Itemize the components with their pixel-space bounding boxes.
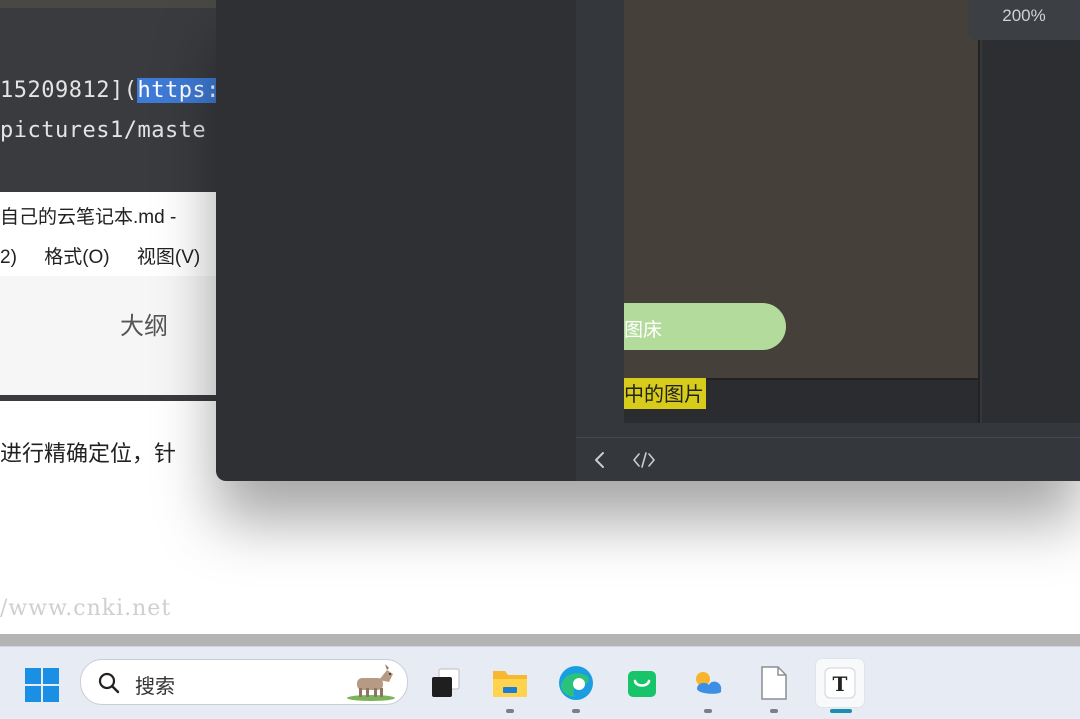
task-view-icon [432,668,460,697]
active-indicator [830,709,852,713]
back-button[interactable] [582,438,618,481]
weather-app-icon [696,672,722,694]
embedded-menu-item: 视图(V) [136,247,201,268]
running-indicator [704,709,712,713]
embedded-menu-item: 格式(O) [44,247,110,268]
file-explorer-icon [493,671,527,697]
window-bottom-edge [0,634,1080,646]
running-indicator [506,709,514,713]
markdown-editor[interactable]: 15209812](https: pictures1/maste 自己的云笔记本… [0,8,216,401]
preview-toolbar [576,437,1080,481]
donkey-icon [347,664,395,701]
shopping-bag-icon [628,671,656,697]
edge-button[interactable] [552,659,600,713]
selected-text: https: [137,78,216,103]
green-tag-label: 图床 [624,320,663,341]
zoom-level: 200% [1002,6,1046,25]
zoom-indicator[interactable]: 200% [968,0,1080,40]
embedded-screenshot: 自己的云笔记本.md - 2) 格式(O) 视图(V) 大纲 [0,192,216,395]
preview-frame: 图床 中的图片 [624,0,980,423]
embedded-window-title: 自己的云笔记本.md - [0,207,177,228]
code-icon [633,452,655,468]
svg-text:T: T [833,672,848,696]
start-button[interactable] [24,667,60,703]
code-line-2[interactable]: pictures1/maste [0,118,206,143]
task-view-button[interactable] [420,659,468,707]
notepad-icon [761,666,787,700]
running-indicator [770,709,778,713]
watermark-text: /www.cnki.net [0,596,172,621]
highlighted-text: 中的图片 [624,378,706,409]
taskbar: 搜索 T [0,646,1080,719]
edge-icon [559,666,593,700]
preview-panel: 图床 中的图片 200% [576,0,1080,481]
typora-icon: T [824,667,856,699]
source-code-button[interactable] [626,438,662,481]
search-placeholder: 搜索 [135,676,175,698]
chevron-left-icon [595,452,604,468]
floating-preview-window[interactable]: 图床 中的图片 200% [216,0,1080,481]
document-paragraph: 进行精确定位，针 [0,442,177,467]
embedded-menu-bar: 2) 格式(O) 视图(V) [0,242,216,269]
notepad-button[interactable] [750,659,798,713]
running-indicator [572,709,580,713]
side-panel [982,0,1080,423]
embedded-outline-panel [0,276,216,395]
embedded-outline-heading: 大纲 [120,313,168,340]
weather-app-button[interactable] [684,659,732,713]
typora-button[interactable]: T [816,659,864,713]
code-line-1[interactable]: 15209812](https: [0,78,216,103]
windows-logo-icon [25,668,59,702]
file-explorer-button[interactable] [486,659,534,713]
shopping-app-button[interactable] [618,659,666,707]
search-icon [98,672,120,694]
taskbar-search[interactable]: 搜索 [80,659,408,705]
preview-border [978,0,980,423]
green-tag: 图床 [624,303,786,350]
preview-image-area: 图床 [624,0,978,378]
embedded-menu-item: 2) [0,247,17,268]
code-text: 15209812]( [0,78,138,103]
